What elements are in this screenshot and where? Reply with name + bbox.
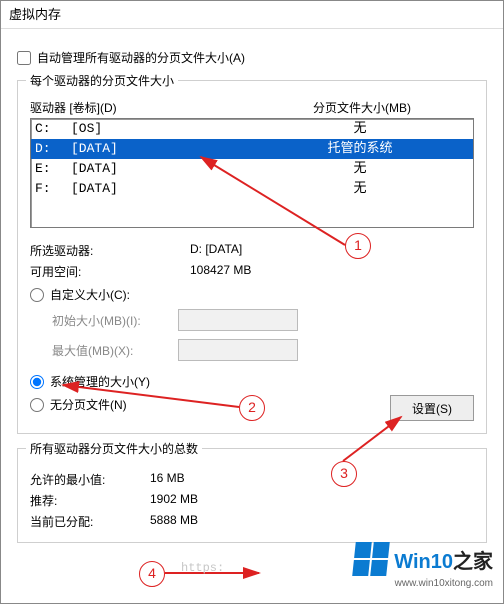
- drive-paging-value: 无: [251, 119, 469, 139]
- annotation-4: 4: [139, 561, 165, 587]
- drive-paging-value: 托管的系统: [251, 139, 469, 159]
- set-button[interactable]: 设置(S): [390, 395, 474, 421]
- auto-manage-checkbox[interactable]: [17, 51, 31, 65]
- recommended-value: 1902 MB: [150, 492, 198, 509]
- drive-row[interactable]: F:[DATA]无: [31, 179, 473, 199]
- avail-space-label: 可用空间:: [30, 263, 190, 280]
- drive-row[interactable]: C:[OS]无: [31, 119, 473, 139]
- currently-allocated-value: 5888 MB: [150, 513, 198, 530]
- initial-size-label: 初始大小(MB)(I):: [52, 312, 172, 329]
- min-allowed-label: 允许的最小值:: [30, 471, 150, 488]
- annotation-1: 1: [345, 233, 371, 259]
- drive-row[interactable]: D:[DATA]托管的系统: [31, 139, 473, 159]
- drive-volume-label: [DATA]: [71, 179, 251, 199]
- no-paging-label: 无分页文件(N): [50, 396, 127, 413]
- col-paging-header: 分页文件大小(MB): [250, 99, 474, 116]
- max-size-input[interactable]: [178, 339, 298, 361]
- system-managed-label: 系统管理的大小(Y): [50, 373, 150, 390]
- col-drive-header: 驱动器 [卷标](D): [30, 99, 250, 116]
- watermark-brand: Win10: [394, 551, 453, 573]
- custom-size-label: 自定义大小(C):: [50, 286, 130, 303]
- selected-drive-label: 所选驱动器:: [30, 242, 190, 259]
- annotation-2: 2: [239, 395, 265, 421]
- drive-paging-value: 无: [251, 179, 469, 199]
- max-size-label: 最大值(MB)(X):: [52, 342, 172, 359]
- faint-url: https:: [181, 561, 224, 575]
- custom-size-radio[interactable]: [30, 288, 44, 302]
- per-drive-group-label: 每个驱动器的分页文件大小: [26, 72, 178, 89]
- totals-group-label: 所有驱动器分页文件大小的总数: [26, 440, 202, 457]
- watermark-url: www.win10xitong.com: [354, 578, 493, 589]
- virtual-memory-dialog: 虚拟内存 自动管理所有驱动器的分页文件大小(A) 每个驱动器的分页文件大小 驱动…: [0, 0, 504, 604]
- drive-letter: F:: [35, 179, 71, 199]
- drive-volume-label: [OS]: [71, 119, 251, 139]
- drive-volume-label: [DATA]: [71, 139, 251, 159]
- system-managed-radio[interactable]: [30, 375, 44, 389]
- totals-group: 所有驱动器分页文件大小的总数 允许的最小值: 16 MB 推荐: 1902 MB…: [17, 448, 487, 543]
- content: 自动管理所有驱动器的分页文件大小(A) 每个驱动器的分页文件大小 驱动器 [卷标…: [1, 29, 503, 553]
- window-title: 虚拟内存: [1, 1, 503, 29]
- drive-row[interactable]: E:[DATA]无: [31, 159, 473, 179]
- windows-logo-icon: [352, 542, 390, 576]
- drive-paging-value: 无: [251, 159, 469, 179]
- drive-volume-label: [DATA]: [71, 159, 251, 179]
- recommended-label: 推荐:: [30, 492, 150, 509]
- drive-letter: E:: [35, 159, 71, 179]
- avail-space-value: 108427 MB: [190, 263, 251, 280]
- annotation-3: 3: [331, 461, 357, 487]
- watermark-brand2: 之家: [453, 551, 493, 573]
- drive-letter: D:: [35, 139, 71, 159]
- initial-size-input[interactable]: [178, 309, 298, 331]
- no-paging-radio[interactable]: [30, 398, 44, 412]
- drive-letter: C:: [35, 119, 71, 139]
- per-drive-group: 每个驱动器的分页文件大小 驱动器 [卷标](D) 分页文件大小(MB) C:[O…: [17, 80, 487, 434]
- watermark: Win10之家 www.win10xitong.com: [354, 542, 493, 589]
- selected-drive-value: D: [DATA]: [190, 242, 242, 259]
- auto-manage-label: 自动管理所有驱动器的分页文件大小(A): [37, 49, 245, 66]
- drive-listbox[interactable]: C:[OS]无D:[DATA]托管的系统E:[DATA]无F:[DATA]无: [30, 118, 474, 228]
- min-allowed-value: 16 MB: [150, 471, 185, 488]
- currently-allocated-label: 当前已分配:: [30, 513, 150, 530]
